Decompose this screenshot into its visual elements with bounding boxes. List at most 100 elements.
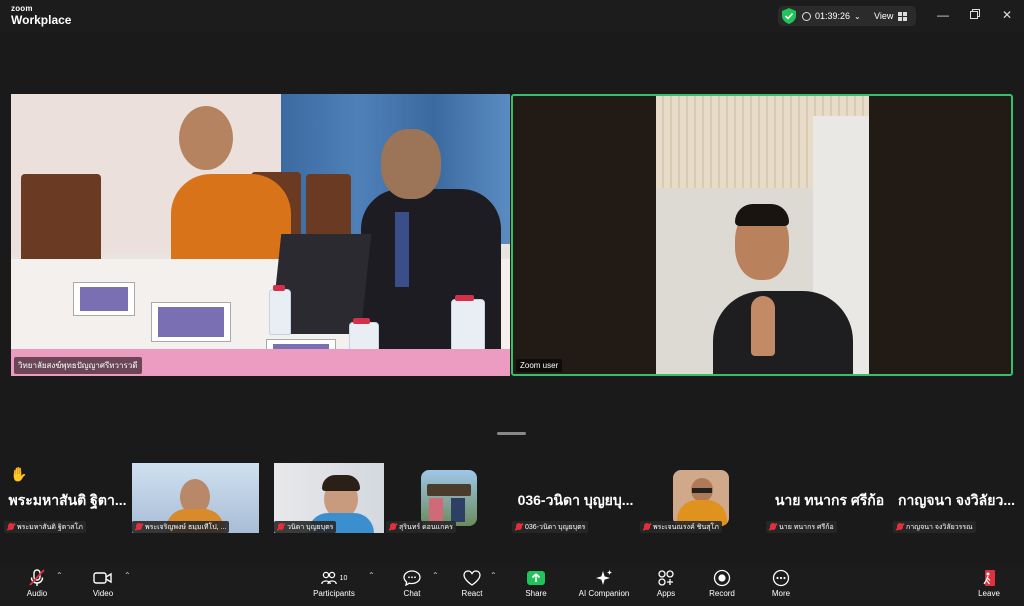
muted-mic-icon [29, 569, 45, 586]
muted-mic-icon [644, 523, 650, 530]
chat-icon [403, 570, 421, 586]
participant-name-large: พระมหาสันติ ฐิตา... [8, 492, 127, 508]
participant-tile[interactable]: ✋ พระมหาสันติ ฐิตา... พระมหาสันติ ฐิตาสโ… [2, 460, 133, 536]
brand-top: zoom [11, 4, 33, 13]
participant-name-tag: วิทยาลัยสงฆ์พุทธปัญญาศรีทวารวดี [14, 357, 142, 374]
participant-label: กาญจนา จงวิลัยวรรณ [893, 521, 976, 533]
react-options-chevron-icon[interactable]: ⌃ [490, 571, 497, 580]
minimize-icon[interactable]: — [936, 8, 950, 22]
participant-label: วนิดา บุญยบุตร [274, 521, 337, 533]
speaker-hair [735, 204, 789, 226]
grid-view-icon [898, 11, 908, 21]
share-screen-icon [527, 571, 545, 585]
monk-head [179, 106, 233, 170]
close-icon[interactable]: ✕ [1000, 8, 1014, 22]
participant-tile[interactable]: พระเจนณรงค์ ชินสุโภ [638, 460, 769, 536]
participant-label: พระเจริญพงษ์ ธมฺมเทีโป, ... [132, 521, 230, 533]
participant-label: สุรินทร์ ดอนแกคร [386, 521, 456, 533]
apps-button[interactable]: Apps [651, 567, 681, 605]
title-bar: zoom Workplace 01:39:26 ⌄ View — ✕ [0, 0, 1024, 32]
chat-options-chevron-icon[interactable]: ⌃ [432, 571, 439, 580]
participants-icon [320, 571, 337, 585]
ai-companion-label: AI Companion [578, 589, 630, 598]
more-icon [772, 569, 790, 587]
meeting-info-group: 01:39:26 ⌄ View [778, 6, 916, 26]
record-label: Record [709, 589, 735, 598]
speaker-body [713, 291, 853, 374]
participant-label: พระมหาสันติ ฐิตาสโภ [4, 521, 86, 533]
participant-label-text: พระเจริญพงษ์ ธมฺมเทีโป, ... [145, 524, 227, 531]
participant-tile[interactable]: สุรินทร์ ดอนแกคร [384, 460, 515, 536]
muted-mic-icon [8, 523, 14, 530]
audio-options-chevron-icon[interactable]: ⌃ [56, 571, 63, 580]
ai-companion-button[interactable]: AI Companion [574, 567, 634, 605]
clock-icon [802, 11, 811, 21]
more-button[interactable]: More [766, 567, 796, 605]
timer-text: 01:39:26 [815, 11, 851, 21]
apps-label: Apps [656, 589, 676, 598]
share-button[interactable]: Share [519, 567, 553, 605]
restore-icon[interactable] [968, 8, 982, 22]
video-options-chevron-icon[interactable]: ⌃ [124, 571, 131, 580]
apps-icon [658, 570, 674, 586]
video-tile-college[interactable]: วิทยาลัยสงฆ์พุทธปัญญาศรีทวารวดี [11, 94, 510, 376]
chevron-down-icon: ⌄ [854, 11, 861, 21]
name-plate [151, 302, 231, 342]
meeting-timer[interactable]: 01:39:26 ⌄ [802, 6, 861, 26]
record-button[interactable]: Record [706, 567, 738, 605]
brand-bottom: Workplace [11, 13, 72, 27]
participants-button[interactable]: 10 Participants [306, 567, 362, 605]
more-label: More [771, 589, 791, 598]
participant-tile[interactable]: กาญจนา จงวิลัยว... กาญจนา จงวิลัยวรรณ [891, 460, 1022, 536]
video-button[interactable]: Video [86, 567, 120, 605]
participant-label: นาย ทนากร ศรีก้อ [766, 521, 837, 533]
react-label: React [461, 589, 483, 598]
audio-button[interactable]: Audio [20, 567, 54, 605]
encryption-shield-icon[interactable] [782, 8, 796, 24]
participant-avatar [673, 470, 729, 526]
heart-icon [463, 570, 481, 586]
participant-label-text: กาญจนา จงวิลัยวรรณ [906, 524, 973, 531]
video-camera-icon [93, 572, 112, 584]
chat-button[interactable]: Chat [396, 567, 428, 605]
leave-button[interactable]: Leave [973, 567, 1005, 605]
man-head [381, 129, 441, 199]
participant-label-text: สุรินทร์ ดอนแกคร [399, 524, 453, 531]
meeting-toolbar: Audio ⌃ Video ⌃ 10 Participants ⌃ Chat ⌃… [0, 564, 1024, 606]
participant-label: 036-วนิดา บุญยบุตร [512, 521, 589, 533]
muted-mic-icon [278, 523, 284, 530]
water-bottle [269, 285, 291, 335]
participant-tile[interactable]: 036-วนิดา บุญยบุ... 036-วนิดา บุญยบุตร [510, 460, 641, 536]
participants-options-chevron-icon[interactable]: ⌃ [368, 571, 375, 580]
participant-name-large: กาญจนา จงวิลัยว... [897, 492, 1015, 508]
participant-avatar [421, 470, 477, 526]
participant-label-text: พระเจนณรงค์ ชินสุโภ [653, 524, 719, 531]
participant-name-large: นาย ทนากร ศรีก้อ [774, 492, 885, 508]
muted-mic-icon [390, 523, 396, 530]
participants-label: Participants [313, 589, 355, 598]
view-button[interactable]: View [874, 6, 908, 26]
leave-icon [983, 570, 995, 586]
record-icon [713, 569, 731, 587]
participants-count: 10 [339, 574, 348, 582]
muted-mic-icon [516, 523, 522, 530]
name-plate [73, 282, 135, 316]
leave-label: Leave [978, 589, 1000, 598]
participant-tile[interactable]: นาย ทนากร ศรีก้อ นาย ทนากร ศรีก้อ [764, 460, 895, 536]
view-label: View [874, 11, 894, 21]
participant-label: พระเจนณรงค์ ชินสุโภ [640, 521, 722, 533]
share-label: Share [525, 589, 547, 598]
participant-name-tag: Zoom user [516, 359, 563, 372]
participant-tile[interactable]: พระเจริญพงษ์ ธมฺมเทีโป, ... [130, 460, 261, 536]
zoom-workplace-logo: zoom Workplace [11, 4, 72, 27]
participant-name-large: 036-วนิดา บุญยบุ... [517, 492, 634, 508]
muted-mic-icon [136, 523, 142, 530]
resize-handle[interactable] [497, 432, 526, 435]
react-button[interactable]: React [456, 567, 488, 605]
audio-label: Audio [26, 589, 48, 598]
video-tile-active-speaker[interactable]: Zoom user [511, 94, 1013, 376]
muted-mic-icon [897, 523, 903, 530]
chat-label: Chat [403, 589, 421, 598]
participant-label-text: นาย ทนากร ศรีก้อ [779, 524, 834, 531]
participant-label-text: พระมหาสันติ ฐิตาสโภ [17, 524, 83, 531]
